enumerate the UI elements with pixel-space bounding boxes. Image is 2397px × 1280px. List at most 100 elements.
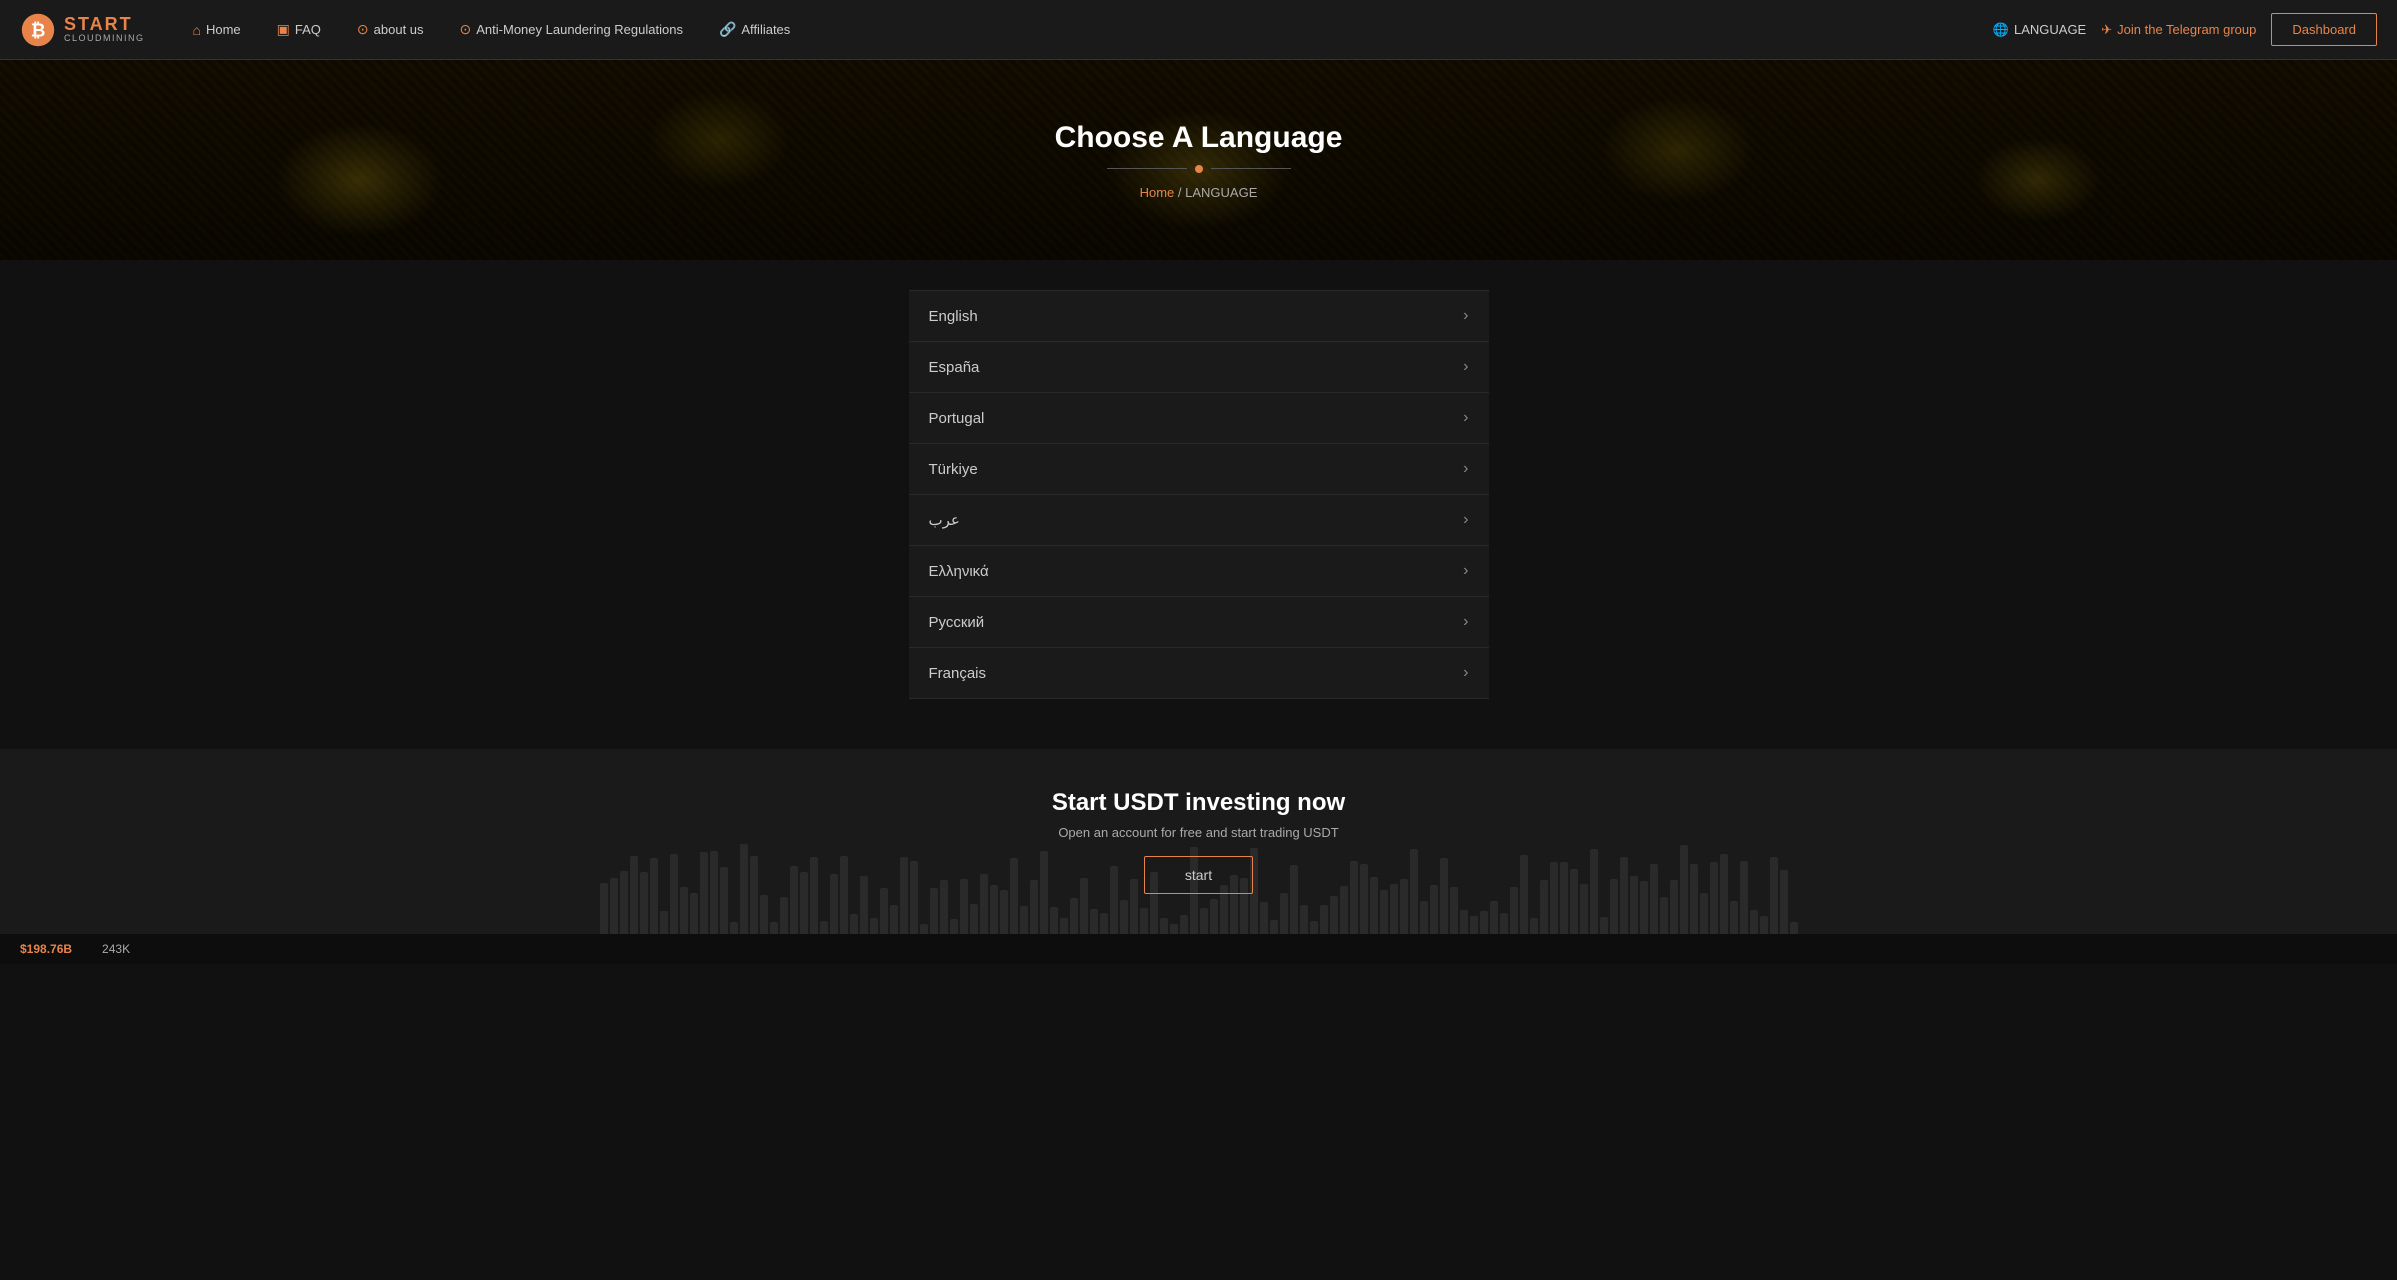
footer-bar — [1260, 902, 1268, 934]
dashboard-button[interactable]: Dashboard — [2271, 13, 2377, 46]
footer-bar — [1140, 908, 1148, 934]
footer-bar — [840, 856, 848, 934]
footer-bar — [1500, 913, 1508, 934]
footer-bar — [1010, 858, 1018, 934]
footer-bar — [870, 918, 878, 934]
globe-icon: 🌐 — [1993, 22, 2009, 38]
language-item-6[interactable]: Русский› — [909, 597, 1489, 648]
footer-bar — [1480, 911, 1488, 934]
nav-faq[interactable]: ▣ FAQ — [259, 0, 339, 60]
footer-bar — [1750, 910, 1758, 934]
footer-bar — [1630, 876, 1638, 934]
nav-aml-label: Anti-Money Laundering Regulations — [476, 22, 683, 37]
footer-bar — [660, 911, 668, 934]
footer-bar — [1450, 887, 1458, 934]
nav-links: ⌂ Home ▣ FAQ ⊙ about us ⊙ Anti-Money Lau… — [175, 0, 1993, 60]
footer-bar — [1620, 857, 1628, 934]
footer-bar — [1600, 917, 1608, 934]
hero-dot — [1195, 165, 1203, 173]
footer-bar — [1120, 900, 1128, 934]
footer-bar — [1310, 921, 1318, 934]
footer-bar — [1700, 893, 1708, 934]
telegram-label: Join the Telegram group — [2117, 22, 2256, 37]
language-label-7: Français — [929, 665, 987, 682]
footer-bar — [1090, 909, 1098, 934]
footer-start-button[interactable]: start — [1144, 856, 1253, 894]
footer-bar — [1330, 896, 1338, 934]
aml-icon: ⊙ — [460, 21, 472, 38]
home-icon: ⌂ — [193, 22, 201, 38]
footer-bar — [1520, 855, 1528, 934]
affiliates-icon: 🔗 — [719, 21, 736, 38]
hero-content: Choose A Language Home / LANGUAGE — [1055, 121, 1343, 200]
language-label-2: Portugal — [929, 410, 985, 427]
footer-bar — [1000, 890, 1008, 934]
logo[interactable]: ₿ START CLOUDMINING — [20, 12, 145, 48]
language-item-0[interactable]: English› — [909, 290, 1489, 342]
footer-bar — [1370, 877, 1378, 934]
language-label-1: España — [929, 359, 980, 376]
ticker-bar: $198.76B 243K — [0, 934, 2397, 964]
footer-bar — [1670, 880, 1678, 934]
footer-bar — [1360, 864, 1368, 934]
nav-faq-label: FAQ — [295, 22, 321, 37]
footer-bg-bars — [0, 749, 2397, 934]
footer-bar — [970, 904, 978, 934]
footer-bar — [1080, 878, 1088, 934]
footer-subtitle: Open an account for free and start tradi… — [20, 825, 2377, 840]
footer-bar — [1060, 918, 1068, 934]
language-item-3[interactable]: Türkiye› — [909, 444, 1489, 495]
footer-bar — [810, 857, 818, 934]
language-arrow-1: › — [1463, 358, 1468, 376]
footer-bar — [610, 878, 618, 934]
language-item-2[interactable]: Portugal› — [909, 393, 1489, 444]
language-item-7[interactable]: Français› — [909, 648, 1489, 699]
footer-bar — [1420, 901, 1428, 935]
footer-bar — [600, 883, 608, 934]
footer-bar — [1130, 879, 1138, 934]
footer-bar — [1180, 915, 1188, 934]
footer-bar — [1570, 869, 1578, 934]
language-label-4: عرب — [929, 511, 960, 529]
footer-bar — [700, 852, 708, 934]
footer-bar — [1290, 865, 1298, 934]
footer-bar — [770, 922, 778, 934]
footer-bar — [1070, 898, 1078, 934]
footer-bar — [720, 867, 728, 934]
language-button[interactable]: 🌐 LANGUAGE — [1993, 22, 2086, 38]
footer-bar — [1110, 866, 1118, 934]
footer-bar — [930, 888, 938, 934]
nav-affiliates[interactable]: 🔗 Affiliates — [701, 0, 808, 60]
footer-bar — [990, 885, 998, 934]
footer-bar — [1380, 890, 1388, 934]
logo-start-text: START — [64, 15, 145, 35]
footer-bar — [940, 880, 948, 934]
telegram-link[interactable]: ✈ Join the Telegram group — [2101, 22, 2256, 38]
footer-bar — [1780, 870, 1788, 934]
language-item-5[interactable]: Ελληνικά› — [909, 546, 1489, 597]
footer-bar — [1790, 922, 1798, 934]
hero-line-left — [1107, 168, 1187, 169]
nav-about[interactable]: ⊙ about us — [339, 0, 442, 60]
nav-home-label: Home — [206, 22, 241, 37]
language-item-4[interactable]: عرب› — [909, 495, 1489, 546]
footer-bar — [1580, 884, 1588, 934]
nav-home[interactable]: ⌂ Home — [175, 0, 259, 60]
faq-icon: ▣ — [277, 21, 290, 38]
footer-bar — [730, 922, 738, 934]
footer-bar — [690, 893, 698, 934]
svg-text:₿: ₿ — [31, 20, 46, 40]
footer-bar — [1050, 907, 1058, 934]
nav-aml[interactable]: ⊙ Anti-Money Laundering Regulations — [442, 0, 701, 60]
language-item-1[interactable]: España › — [909, 342, 1489, 393]
breadcrumb-home-link[interactable]: Home — [1140, 185, 1175, 200]
footer-bar — [1560, 862, 1568, 934]
footer-bar — [1210, 899, 1218, 934]
footer-bar — [1270, 920, 1278, 934]
footer-title: Start USDT investing now — [20, 789, 2377, 817]
hero-divider — [1055, 165, 1343, 173]
hero-title: Choose A Language — [1055, 121, 1343, 155]
footer-bar — [1590, 849, 1598, 934]
language-arrow-5: › — [1463, 562, 1468, 580]
footer-bar — [1280, 893, 1288, 934]
